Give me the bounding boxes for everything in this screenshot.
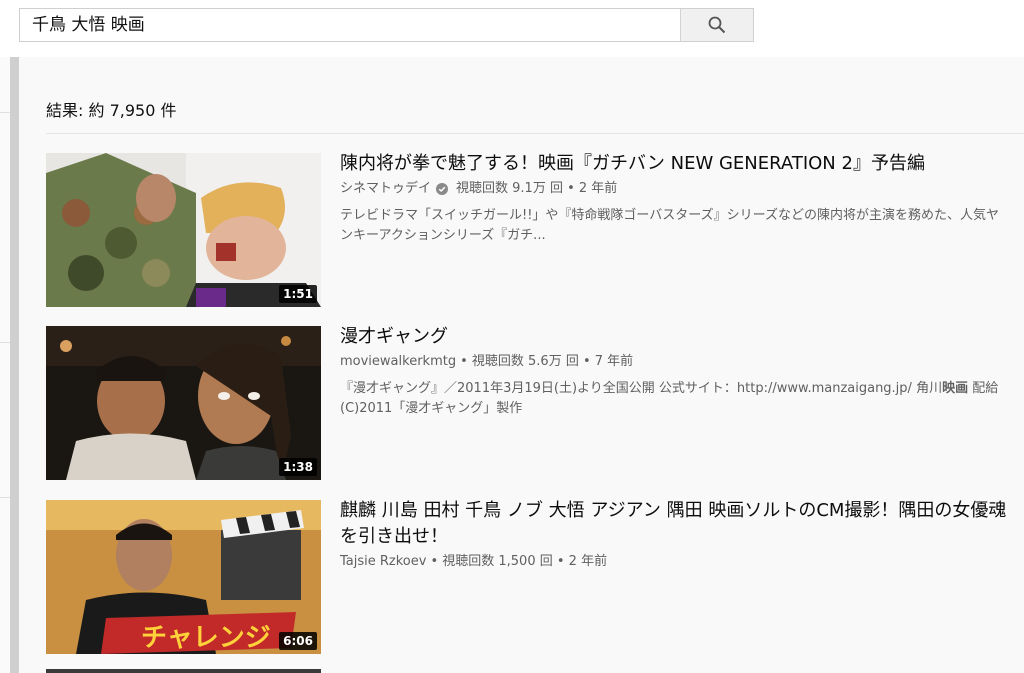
channel-name[interactable]: moviewalkerkmtg <box>340 353 456 371</box>
video-duration: 1:51 <box>279 285 317 303</box>
search-box <box>19 8 754 42</box>
masthead <box>0 0 1024 57</box>
channel-name[interactable]: シネマトゥデイ <box>340 180 431 198</box>
rail-divider <box>0 497 10 498</box>
search-input[interactable] <box>20 9 680 41</box>
video-meta: moviewalkerkmtg • 視聴回数 5.6万 回 • 7 年前 <box>340 353 1010 371</box>
video-info: 麒麟 川島 田村 千鳥 ノブ 大悟 アジアン 隅田 映画ソルトのCM撮影！隅田の… <box>340 498 1010 571</box>
video-stats: • 視聴回数 1,500 回 • 2 年前 <box>430 554 608 569</box>
video-title[interactable]: 漫才ギャング <box>340 324 1010 350</box>
channel-name[interactable]: Tajsie Rzkoev <box>340 553 426 571</box>
video-thumbnail[interactable]: 1:51 <box>46 153 321 307</box>
divider <box>46 133 1024 134</box>
video-stats: • 視聴回数 5.6万 回 • 7 年前 <box>460 354 634 369</box>
video-info: 漫才ギャング moviewalkerkmtg • 視聴回数 5.6万 回 • 7… <box>340 324 1010 419</box>
search-button[interactable] <box>680 9 753 41</box>
video-meta: Tajsie Rzkoev • 視聴回数 1,500 回 • 2 年前 <box>340 553 1010 571</box>
scrollbar[interactable] <box>10 57 19 673</box>
guide-rail <box>0 57 10 673</box>
results-count: 結果: 約 7,950 件 <box>46 101 177 120</box>
video-title[interactable]: 麒麟 川島 田村 千鳥 ノブ 大悟 アジアン 隅田 映画ソルトのCM撮影！隅田の… <box>340 498 1010 550</box>
video-thumbnail[interactable]: 1:38 <box>46 326 321 480</box>
video-info: 陳内将が拳で魅了する！映画『ガチバン NEW GENERATION 2』予告編 … <box>340 151 1010 246</box>
description-text: 『漫才ギャング』／2011年3月19日(土)より全国公開 公式サイト：http:… <box>340 381 943 396</box>
video-stats: 視聴回数 9.1万 回 • 2 年前 <box>456 181 618 196</box>
next-video-thumbnail[interactable] <box>46 669 321 673</box>
search-icon <box>708 16 726 34</box>
rail-divider <box>0 112 10 113</box>
thumbnail-caption: チャレンジ <box>141 623 271 653</box>
video-description: 『漫才ギャング』／2011年3月19日(土)より全国公開 公式サイト：http:… <box>340 379 1010 419</box>
rail-divider <box>0 342 10 343</box>
video-duration: 6:06 <box>279 632 317 650</box>
video-thumbnail[interactable]: チャレンジ 6:06 <box>46 500 321 654</box>
video-description: テレビドラマ「スイッチガール!!」や『特命戦隊ゴーバスターズ』シリーズなどの陳内… <box>340 208 999 243</box>
video-title[interactable]: 陳内将が拳で魅了する！映画『ガチバン NEW GENERATION 2』予告編 <box>340 151 1010 177</box>
thumbnail-image: チャレンジ <box>46 500 321 654</box>
video-meta: シネマトゥデイ 視聴回数 9.1万 回 • 2 年前 <box>340 180 1010 198</box>
video-duration: 1:38 <box>279 458 317 476</box>
thumbnail-image <box>46 326 321 480</box>
description-highlight: 映画 <box>942 381 969 396</box>
verified-badge-icon <box>436 183 449 195</box>
thumbnail-image <box>46 153 321 307</box>
